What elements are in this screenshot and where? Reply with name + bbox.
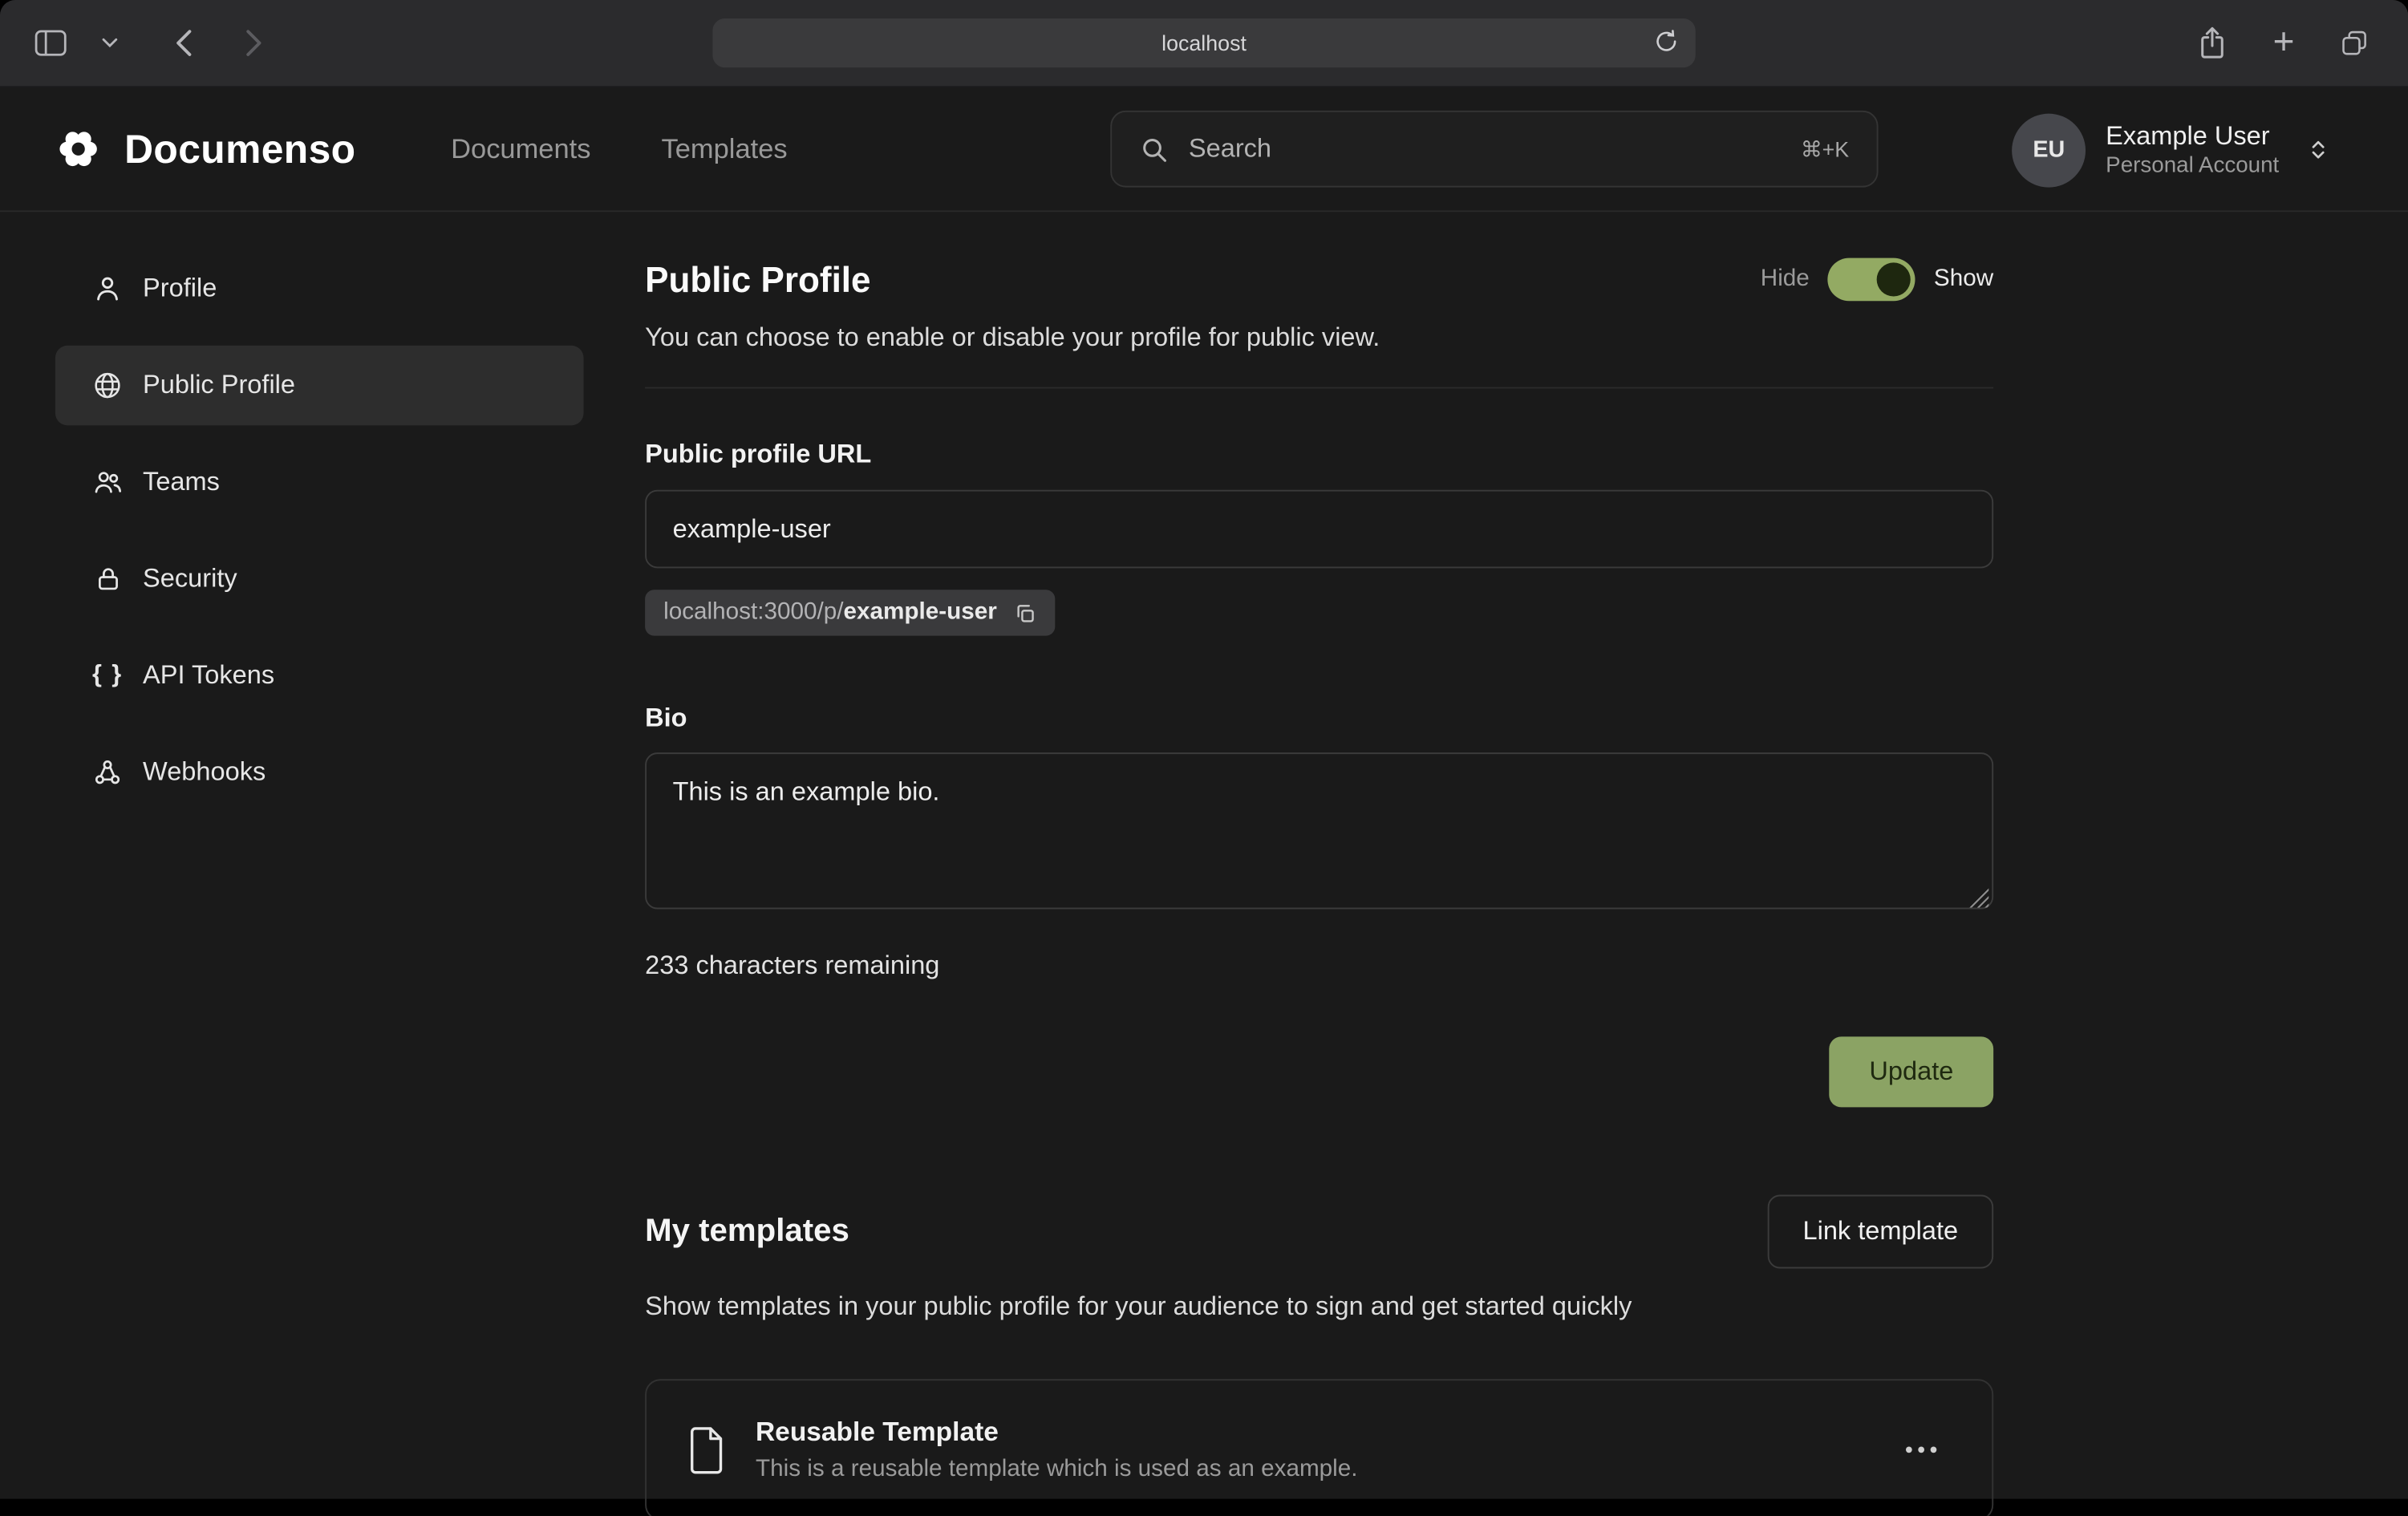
user-icon [92, 274, 123, 304]
sidebar-toggle-icon[interactable] [27, 20, 73, 66]
brand-name: Documenso [124, 125, 355, 172]
lock-icon [92, 564, 123, 594]
profile-visibility-toggle[interactable] [1828, 258, 1915, 302]
sidebar-item-label: Webhooks [143, 757, 266, 788]
nav-templates[interactable]: Templates [662, 133, 788, 165]
public-profile-panel: Public Profile Hide Show You can choose … [645, 212, 1993, 1498]
sidebar-item-security[interactable]: Security [55, 539, 584, 619]
toggle-knob [1877, 262, 1911, 296]
profile-link-prefix: localhost:3000/p/ [663, 599, 843, 626]
sidebar-item-webhooks[interactable]: Webhooks [55, 732, 584, 813]
template-card: Reusable Template This is a reusable tem… [645, 1380, 1993, 1516]
bio-label: Bio [645, 703, 1993, 734]
user-menu[interactable]: EU Example User Personal Account [2012, 87, 2331, 212]
browser-toolbar: localhost + [0, 0, 2408, 87]
ellipsis-icon [1906, 1447, 1912, 1453]
sidebar-item-label: Security [143, 564, 237, 594]
braces-icon: { } [92, 662, 123, 689]
globe-icon [92, 370, 123, 400]
search-icon [1140, 135, 1169, 164]
link-template-button[interactable]: Link template [1767, 1195, 1993, 1269]
my-templates-description: Show templates in your public profile fo… [645, 1287, 1713, 1327]
template-menu-button[interactable] [1894, 1435, 1949, 1465]
reload-icon[interactable] [1652, 27, 1680, 55]
copy-icon[interactable] [1014, 602, 1037, 625]
page-title: Public Profile [645, 259, 870, 301]
brand[interactable]: Documenso [52, 123, 355, 175]
profile-link-chip: localhost:3000/p/example-user [645, 590, 1055, 635]
user-account-type: Personal Account [2106, 152, 2279, 180]
user-name: Example User [2106, 120, 2279, 152]
show-label: Show [1934, 266, 1993, 293]
chevrons-up-down-icon[interactable] [2305, 136, 2332, 163]
profile-link-slug: example-user [844, 599, 997, 626]
webhook-icon [92, 757, 123, 788]
search-button[interactable]: Search ⌘+K [1110, 111, 1878, 188]
sidebar-item-public-profile[interactable]: Public Profile [55, 346, 584, 426]
sidebar-item-label: Public Profile [143, 370, 295, 400]
update-button[interactable]: Update [1830, 1036, 1994, 1107]
share-icon[interactable] [2190, 20, 2236, 66]
back-button[interactable] [160, 20, 205, 66]
sidebar-item-profile[interactable]: Profile [55, 249, 584, 329]
nav-documents[interactable]: Documents [451, 133, 590, 165]
settings-page: Profile Public Profile Teams Security [0, 212, 2408, 1498]
template-title: Reusable Template [756, 1417, 1358, 1449]
address-bar[interactable]: localhost [712, 18, 1695, 67]
new-tab-icon[interactable]: + [2273, 25, 2295, 62]
visibility-toggle-group: Hide Show [1761, 258, 1993, 302]
template-description: This is a reusable template which is use… [756, 1457, 1358, 1484]
sidebar-item-teams[interactable]: Teams [55, 442, 584, 522]
main-nav: Documents Templates [451, 133, 787, 165]
characters-remaining: 233 characters remaining [645, 951, 1993, 981]
tab-overview-icon[interactable] [2331, 20, 2377, 66]
browser-window: localhost + [0, 0, 2408, 1516]
sidebar-item-label: API Tokens [143, 660, 274, 691]
public-profile-url-input[interactable] [645, 490, 1993, 569]
sidebar-item-label: Profile [143, 274, 217, 304]
search-shortcut: ⌘+K [1801, 136, 1849, 162]
hide-label: Hide [1761, 266, 1810, 293]
address-url-text: localhost [1161, 30, 1247, 55]
page-description: You can choose to enable or disable your… [645, 322, 1993, 353]
sidebar-item-api-tokens[interactable]: { } API Tokens [55, 636, 584, 716]
avatar[interactable]: EU [2012, 113, 2086, 187]
settings-sidebar: Profile Public Profile Teams Security [0, 212, 645, 1498]
app-header: Documenso Documents Templates Search ⌘+K… [0, 87, 2408, 212]
documenso-logo-icon [52, 123, 104, 175]
sidebar-item-label: Teams [143, 467, 220, 497]
toolbar-chevron-down-icon[interactable] [86, 20, 132, 66]
forward-button[interactable] [230, 20, 276, 66]
file-icon [687, 1425, 728, 1475]
my-templates-title: My templates [645, 1214, 849, 1250]
public-profile-url-label: Public profile URL [645, 440, 1993, 470]
users-icon [92, 467, 123, 497]
divider [645, 387, 1993, 388]
search-placeholder: Search [1189, 134, 1271, 164]
bio-textarea[interactable]: This is an example bio. [645, 752, 1993, 909]
